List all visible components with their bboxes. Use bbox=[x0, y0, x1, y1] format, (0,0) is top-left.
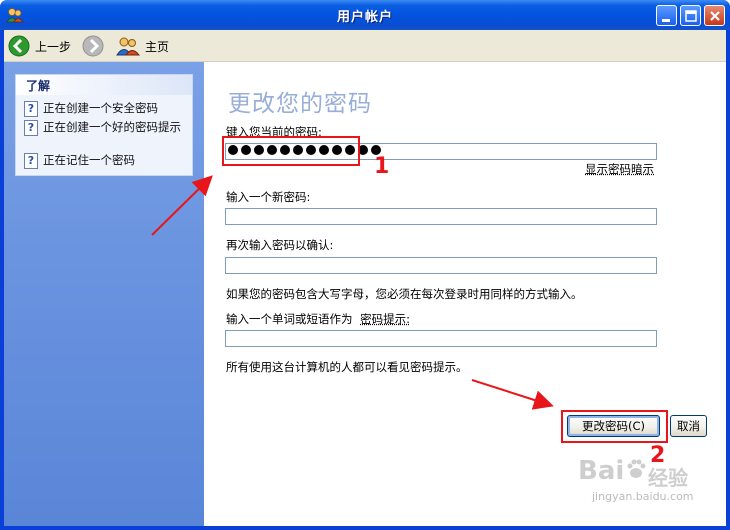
baidu-watermark-brand: 经验 bbox=[648, 466, 688, 490]
arrow-to-current-password bbox=[151, 175, 213, 236]
annotation-arrows bbox=[151, 175, 554, 410]
baidu-paw-icon bbox=[627, 459, 646, 478]
arrow-to-change-button bbox=[471, 379, 554, 410]
baidu-watermark: Bai bbox=[578, 456, 625, 486]
baidu-watermark-url: jingyan.baidu.com bbox=[592, 490, 694, 503]
